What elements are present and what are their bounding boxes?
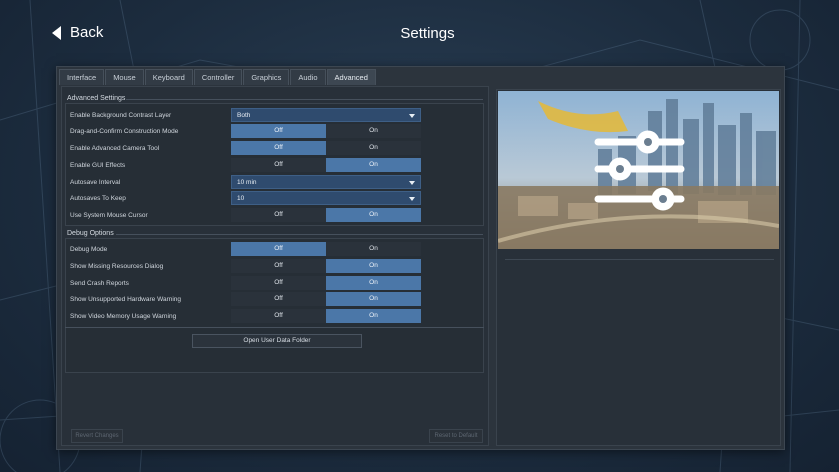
settings-tabs: Interface Mouse Keyboard Controller Grap… [59,69,377,85]
row-missing-resources-dialog: Show Missing Resources Dialog Off On [65,259,484,274]
row-drag-confirm: Drag-and-Confirm Construction Mode Off O… [65,124,484,139]
section-divider [116,234,483,235]
background-contrast-select[interactable]: Both [231,108,421,122]
hardware-warning-toggle: Off On [231,292,421,306]
option-on[interactable]: On [326,276,421,290]
row-video-memory-warning: Show Video Memory Usage Warning Off On [65,309,484,324]
select-value: Both [237,112,251,119]
option-off[interactable]: Off [231,208,326,222]
row-debug-mode: Debug Mode Off On [65,242,484,257]
gui-effects-toggle: Off On [231,158,421,172]
preview-divider [505,259,774,260]
advanced-settings-title: Advanced Settings [67,95,126,102]
select-value: 10 min [237,179,257,186]
crash-reports-toggle: Off On [231,276,421,290]
row-system-mouse-cursor: Use System Mouse Cursor Off On [65,208,484,223]
drag-confirm-toggle: Off On [231,124,421,138]
option-off[interactable]: Off [231,141,326,155]
revert-changes-button[interactable]: Revert Changes [71,429,123,443]
row-label: Use System Mouse Cursor [70,212,148,219]
preview-panel [496,89,781,446]
row-label: Drag-and-Confirm Construction Mode [70,128,179,135]
row-autosaves-to-keep: Autosaves To Keep 10 [65,191,484,206]
section-divider [65,327,484,328]
row-advanced-camera-tool: Enable Advanced Camera Tool Off On [65,141,484,156]
tab-advanced[interactable]: Advanced [326,69,376,85]
chevron-down-icon [409,114,415,118]
option-off[interactable]: Off [231,242,326,256]
row-label: Send Crash Reports [70,280,129,287]
tab-keyboard[interactable]: Keyboard [144,69,193,85]
option-on[interactable]: On [326,141,421,155]
row-autosave-interval: Autosave Interval 10 min [65,175,484,190]
page-title: Settings [400,25,455,42]
option-off[interactable]: Off [231,158,326,172]
tab-interface[interactable]: Interface [59,69,105,85]
row-label: Debug Mode [70,246,108,253]
system-mouse-cursor-toggle: Off On [231,208,421,222]
row-label: Show Missing Resources Dialog [70,263,164,270]
chevron-down-icon [409,197,415,201]
advanced-camera-toggle: Off On [231,141,421,155]
autosaves-to-keep-select[interactable]: 10 [231,191,421,205]
tab-mouse[interactable]: Mouse [105,69,144,85]
reset-to-default-button[interactable]: Reset to Default [429,429,483,443]
option-on[interactable]: On [326,259,421,273]
row-unsupported-hardware-warning: Show Unsupported Hardware Warning Off On [65,292,484,307]
option-on[interactable]: On [326,208,421,222]
option-off[interactable]: Off [231,309,326,323]
row-send-crash-reports: Send Crash Reports Off On [65,276,484,291]
option-off[interactable]: Off [231,292,326,306]
video-memory-toggle: Off On [231,309,421,323]
row-label: Autosave Interval [70,179,121,186]
debug-mode-toggle: Off On [231,242,421,256]
row-label: Enable GUI Effects [70,162,126,169]
settings-window: Interface Mouse Keyboard Controller Grap… [56,66,785,450]
top-bar: Back Settings [0,0,839,66]
option-off[interactable]: Off [231,259,326,273]
tab-controller[interactable]: Controller [193,69,243,85]
option-on[interactable]: On [326,309,421,323]
row-label: Show Unsupported Hardware Warning [70,296,182,303]
section-divider [126,99,483,100]
row-label: Enable Advanced Camera Tool [70,145,160,152]
row-label: Autosaves To Keep [70,195,126,202]
tab-graphics[interactable]: Graphics [243,69,290,85]
row-gui-effects: Enable GUI Effects Off On [65,158,484,173]
open-user-data-folder-button[interactable]: Open User Data Folder [192,334,362,348]
settings-panel: Advanced Settings Enable Background Cont… [61,86,489,446]
option-on[interactable]: On [326,292,421,306]
autosave-interval-select[interactable]: 10 min [231,175,421,189]
tab-audio[interactable]: Audio [290,69,326,85]
option-on[interactable]: On [326,242,421,256]
option-on[interactable]: On [326,158,421,172]
row-background-contrast-layer: Enable Background Contrast Layer Both [65,108,484,123]
missing-resources-toggle: Off On [231,259,421,273]
city-preview-image [498,91,779,249]
row-label: Show Video Memory Usage Warning [70,313,177,320]
sliders-icon [594,130,685,211]
row-label: Enable Background Contrast Layer [70,112,172,119]
option-off[interactable]: Off [231,124,326,138]
select-value: 10 [237,195,245,202]
option-on[interactable]: On [326,124,421,138]
debug-options-title: Debug Options [67,230,114,237]
chevron-down-icon [409,181,415,185]
option-off[interactable]: Off [231,276,326,290]
